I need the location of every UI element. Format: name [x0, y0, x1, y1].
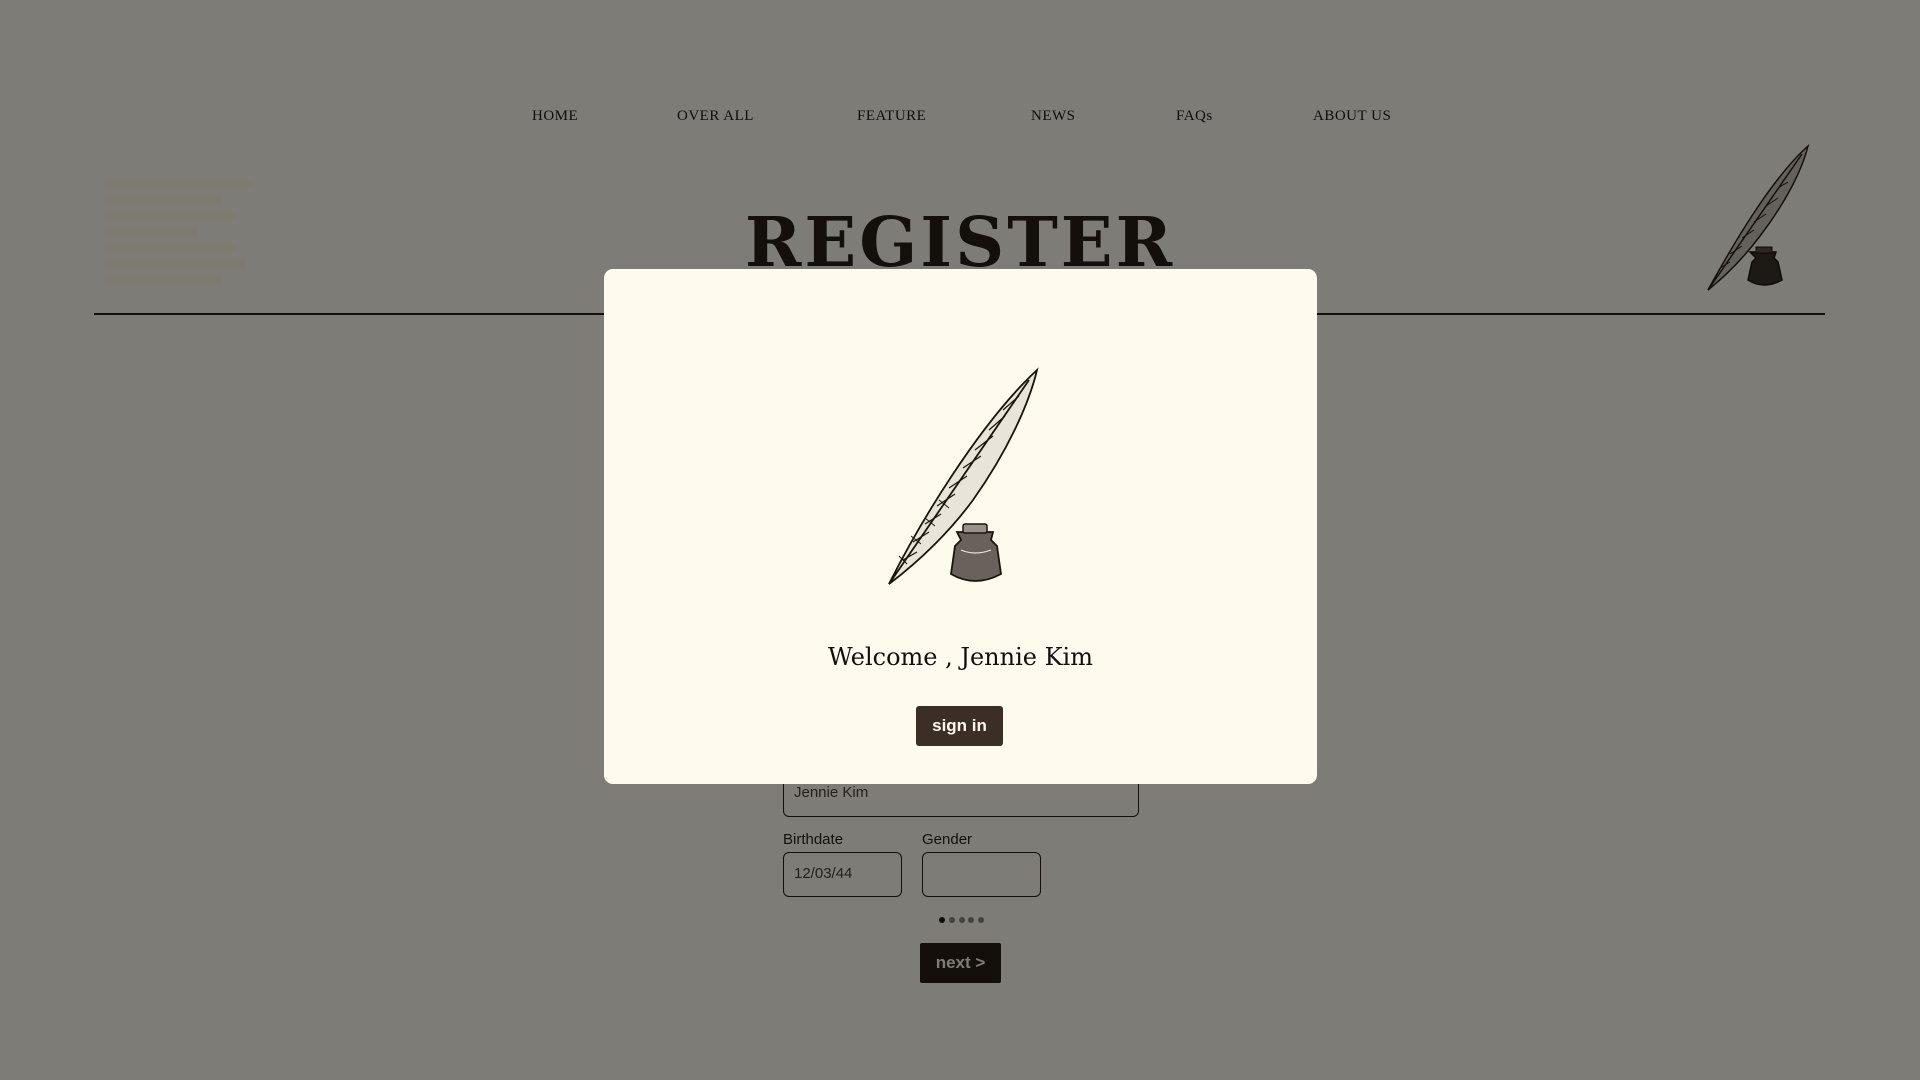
quill-ink-icon [888, 367, 1039, 585]
welcome-message: Welcome , Jennie Kim [828, 643, 1093, 671]
welcome-modal: Welcome , Jennie Kim sign in [604, 269, 1317, 784]
sign-in-button[interactable]: sign in [916, 706, 1003, 746]
register-page: HOME OVER ALL FEATURE NEWS FAQs ABOUT US… [0, 0, 1920, 1080]
